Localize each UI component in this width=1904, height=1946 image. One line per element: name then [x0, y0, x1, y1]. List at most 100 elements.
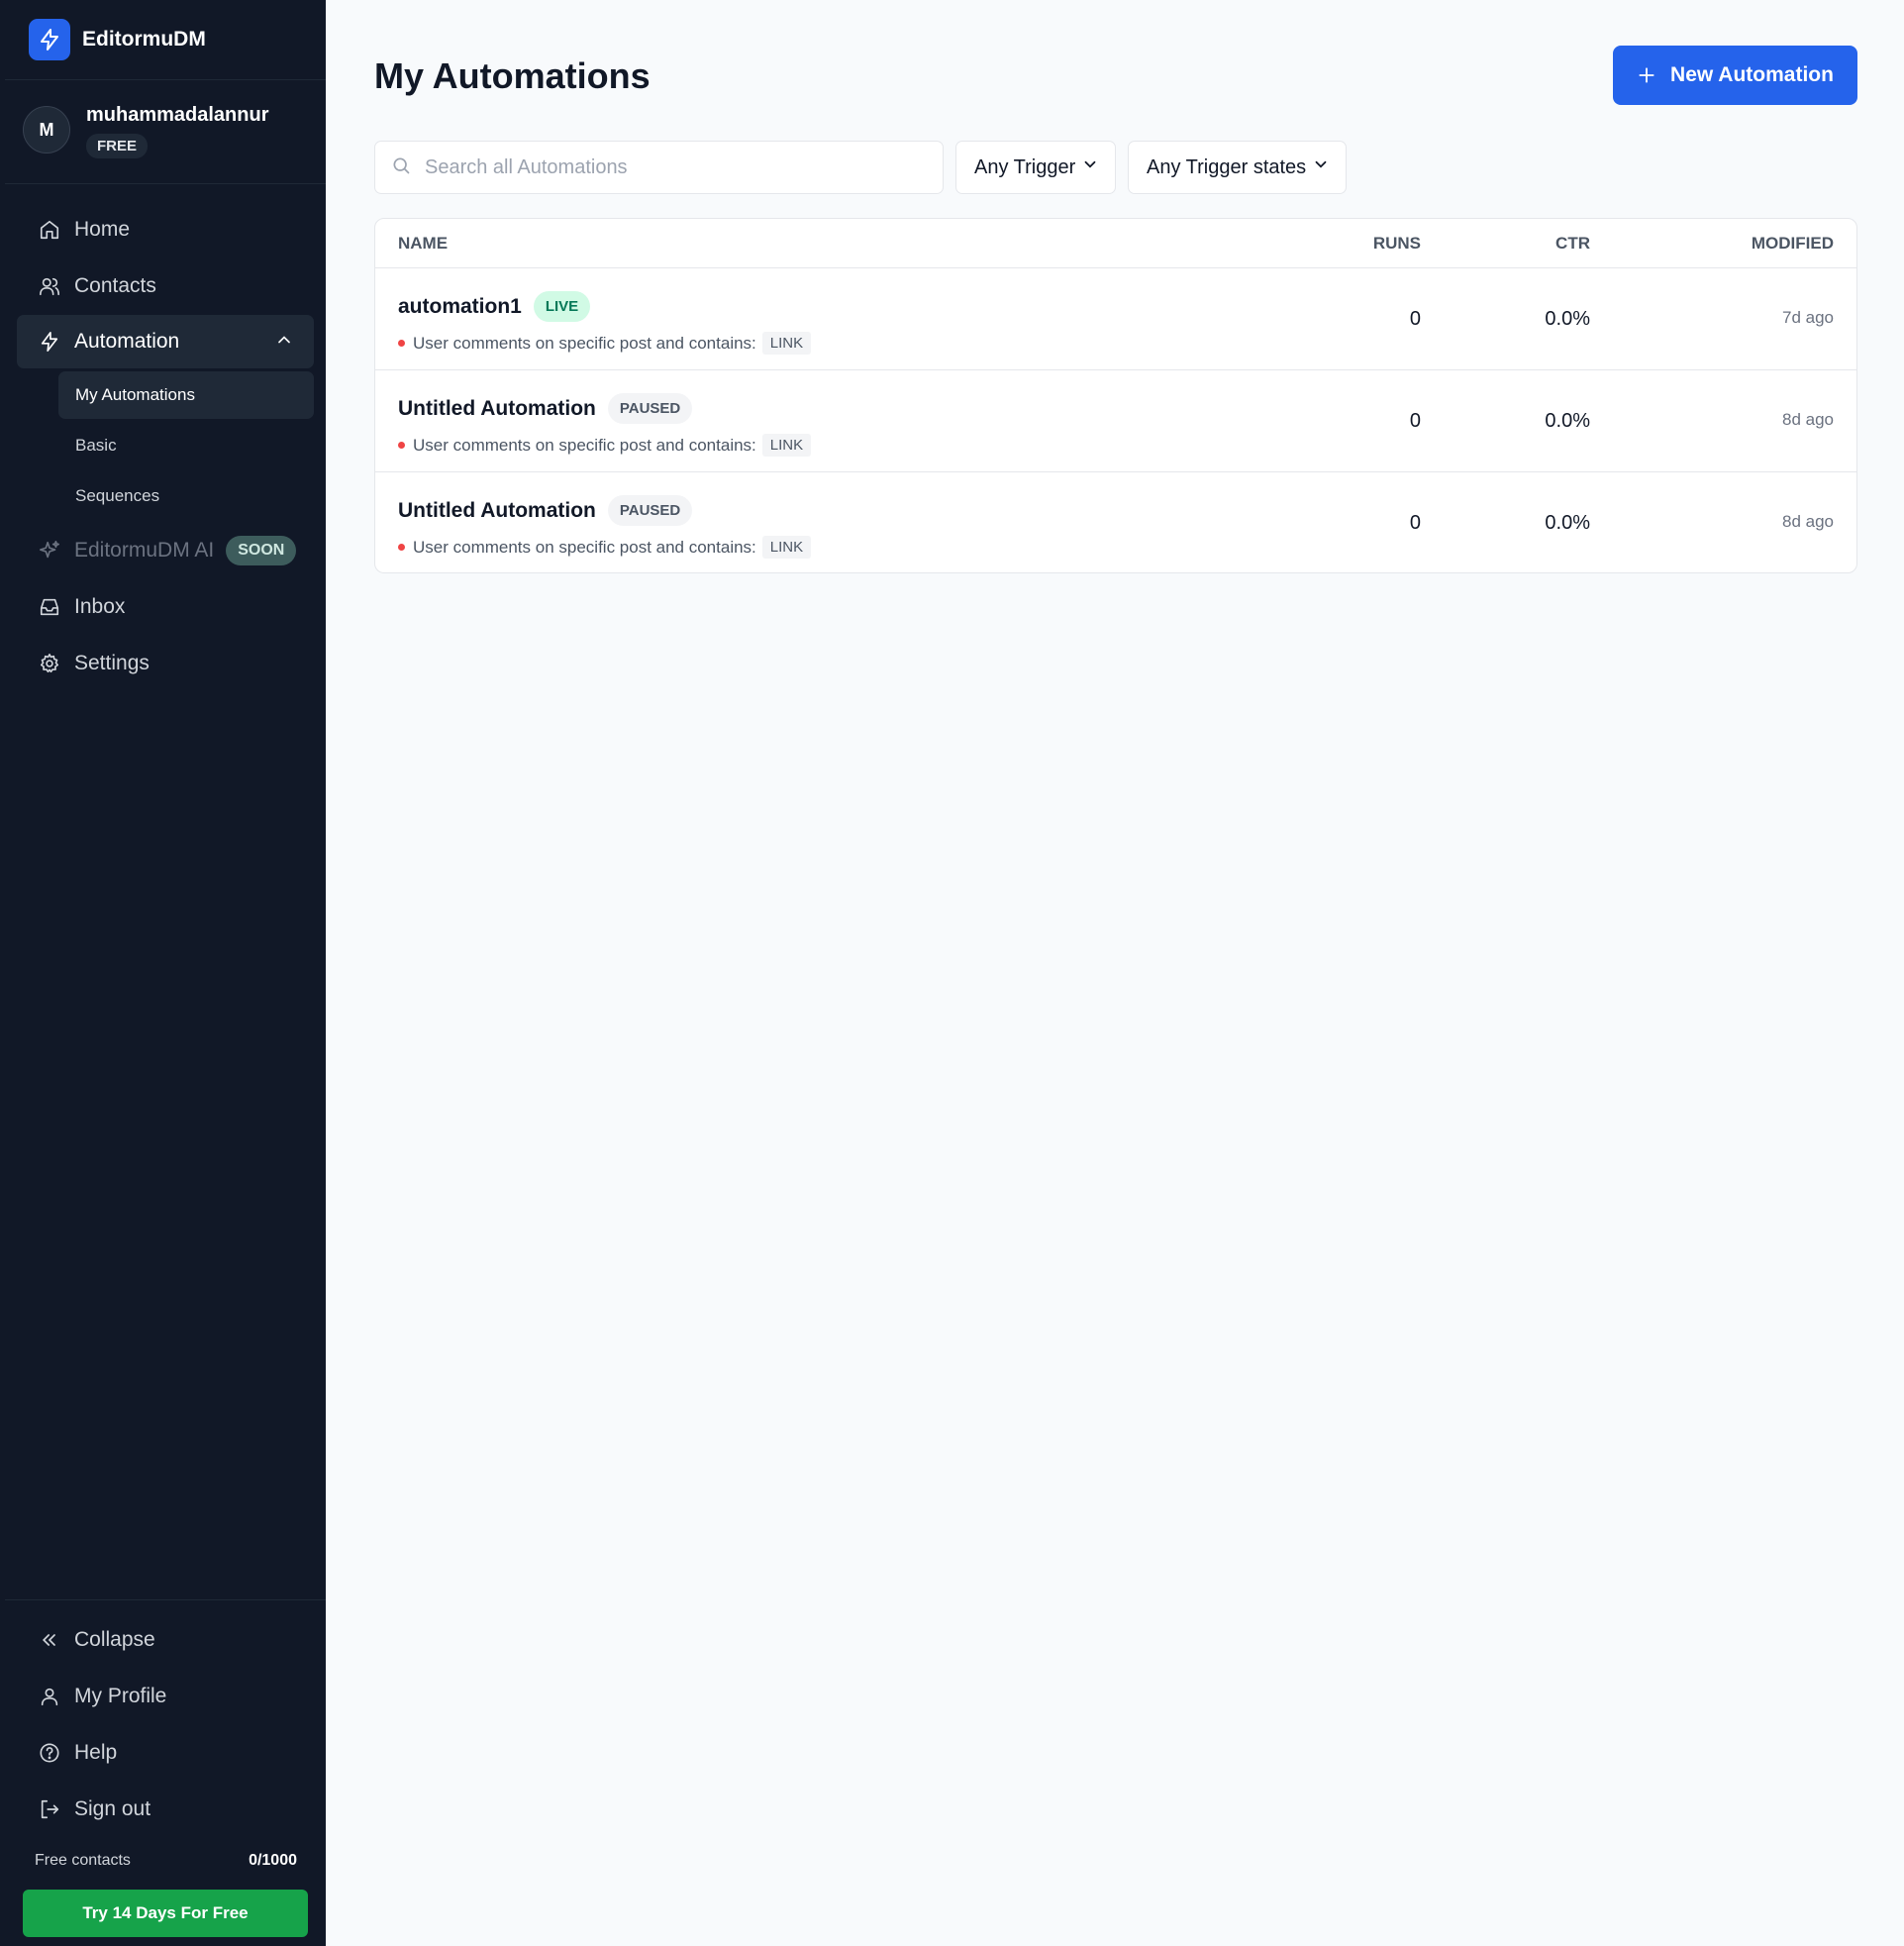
keyword-tag: LINK	[761, 332, 812, 355]
sidebar-item-label: Collapse	[74, 1628, 155, 1651]
chevron-up-icon[interactable]	[274, 330, 294, 356]
chevrons-left-icon	[37, 1627, 62, 1653]
keyword-tag: LINK	[761, 536, 812, 559]
sidebar-item-label: Contacts	[74, 274, 156, 297]
divider	[5, 1599, 326, 1600]
sidebar-subitem-basic[interactable]: Basic	[58, 422, 314, 469]
soon-badge: SOON	[226, 536, 297, 565]
trigger-state-filter-select[interactable]: Any Trigger states	[1128, 141, 1347, 194]
home-icon	[37, 217, 62, 243]
trigger-filter-value: Any Trigger	[974, 155, 1076, 178]
sidebar-item-label: Settings	[74, 652, 150, 674]
sidebar-item-label: Sign out	[74, 1797, 151, 1820]
runs-value: 0	[1409, 308, 1421, 330]
table-row[interactable]: Untitled Automation PAUSED User comments…	[375, 472, 1856, 572]
status-badge: LIVE	[533, 291, 591, 322]
sidebar-item-label: Inbox	[74, 595, 126, 618]
user-card[interactable]: M muhammadalannur FREE	[23, 102, 268, 158]
sidebar-item-inbox[interactable]: Inbox	[17, 580, 314, 634]
sidebar-item-label: Basic	[75, 436, 117, 455]
inbox-icon	[37, 594, 62, 620]
sidebar-item-label: My Profile	[74, 1685, 167, 1707]
brand[interactable]: EditormuDM	[29, 19, 206, 60]
trigger-filter-select[interactable]: Any Trigger	[955, 141, 1116, 194]
sidebar-item-label: Automation	[74, 330, 180, 353]
trigger-state-filter-value: Any Trigger states	[1147, 155, 1307, 178]
ctr-value: 0.0%	[1545, 512, 1590, 534]
sidebar: EditormuDM M muhammadalannur FREE Home C…	[5, 0, 326, 1946]
sidebar-item-label: Sequences	[75, 486, 160, 505]
trigger-text: User comments on specific post and conta…	[413, 333, 756, 353]
table-row[interactable]: automation1 LIVE User comments on specif…	[375, 268, 1856, 370]
main-content: My Automations New Automation Any Trigge…	[326, 0, 1904, 1946]
plan-badge: FREE	[86, 134, 149, 158]
search-icon	[391, 155, 411, 180]
modified-value: 7d ago	[1782, 308, 1834, 327]
sidebar-item-ai[interactable]: EditormuDM AI SOON	[17, 524, 314, 577]
sidebar-item-label: EditormuDM AI	[74, 539, 215, 562]
sidebar-item-label: Help	[74, 1741, 118, 1764]
bolt-icon	[37, 329, 62, 355]
sidebar-item-signout[interactable]: Sign out	[17, 1783, 314, 1836]
table-header: NAME RUNS CTR MODIFIED	[375, 219, 1856, 268]
avatar: M	[23, 106, 70, 154]
bolt-logo-icon	[29, 19, 70, 60]
column-header-ctr[interactable]: CTR	[1555, 234, 1590, 254]
search-input[interactable]	[425, 155, 920, 179]
sidebar-item-settings[interactable]: Settings	[17, 637, 314, 690]
sidebar-subitem-sequences[interactable]: Sequences	[58, 472, 314, 520]
automation-name[interactable]: automation1	[398, 295, 522, 319]
user-icon	[37, 1684, 62, 1709]
trial-button[interactable]: Try 14 Days For Free	[23, 1890, 308, 1937]
sidebar-item-home[interactable]: Home	[17, 203, 314, 256]
new-automation-button[interactable]: New Automation	[1613, 46, 1857, 105]
trigger-dot	[398, 442, 405, 449]
brand-name: EditormuDM	[82, 28, 206, 51]
users-icon	[37, 273, 62, 299]
contacts-usage-count: 0/1000	[249, 1852, 297, 1869]
sidebar-item-contacts[interactable]: Contacts	[17, 259, 314, 313]
ctr-value: 0.0%	[1545, 410, 1590, 432]
table-row[interactable]: Untitled Automation PAUSED User comments…	[375, 370, 1856, 472]
automation-name[interactable]: Untitled Automation	[398, 397, 596, 421]
help-circle-icon	[37, 1740, 62, 1766]
trigger-description: User comments on specific post and conta…	[398, 332, 812, 355]
plus-icon	[1637, 65, 1656, 85]
gear-icon	[37, 651, 62, 676]
sidebar-item-automation[interactable]: Automation	[17, 315, 314, 368]
modified-value: 8d ago	[1782, 410, 1834, 429]
sidebar-item-profile[interactable]: My Profile	[17, 1670, 314, 1723]
contacts-usage-label: Free contacts	[35, 1852, 131, 1869]
trigger-text: User comments on specific post and conta…	[413, 435, 756, 455]
sidebar-item-help[interactable]: Help	[17, 1726, 314, 1780]
trigger-dot	[398, 340, 405, 347]
chevron-down-icon	[1081, 155, 1099, 179]
status-badge: PAUSED	[607, 495, 693, 526]
user-name: muhammadalannur	[86, 104, 269, 126]
divider	[5, 183, 326, 184]
sidebar-subitem-my-automations[interactable]: My Automations	[58, 371, 314, 419]
modified-value: 8d ago	[1782, 512, 1834, 531]
trigger-text: User comments on specific post and conta…	[413, 537, 756, 557]
trigger-description: User comments on specific post and conta…	[398, 536, 812, 559]
page-title: My Automations	[374, 55, 651, 96]
column-header-name[interactable]: NAME	[398, 234, 448, 254]
status-badge: PAUSED	[607, 393, 693, 424]
logout-icon	[37, 1796, 62, 1822]
column-header-modified[interactable]: MODIFIED	[1752, 234, 1834, 254]
automation-name[interactable]: Untitled Automation	[398, 499, 596, 523]
sidebar-item-collapse[interactable]: Collapse	[17, 1613, 314, 1667]
search-box[interactable]	[374, 141, 944, 194]
sidebar-item-label: Home	[74, 218, 131, 241]
contacts-usage: Free contacts 0/1000	[35, 1852, 297, 1870]
keyword-tag: LINK	[761, 434, 812, 457]
column-header-runs[interactable]: RUNS	[1373, 234, 1421, 254]
trigger-dot	[398, 544, 405, 551]
chevron-down-icon	[1312, 155, 1330, 179]
runs-value: 0	[1409, 410, 1421, 432]
divider	[5, 79, 326, 80]
runs-value: 0	[1409, 512, 1421, 534]
new-automation-label: New Automation	[1670, 63, 1834, 86]
sidebar-item-label: My Automations	[75, 385, 195, 404]
trigger-description: User comments on specific post and conta…	[398, 434, 812, 457]
